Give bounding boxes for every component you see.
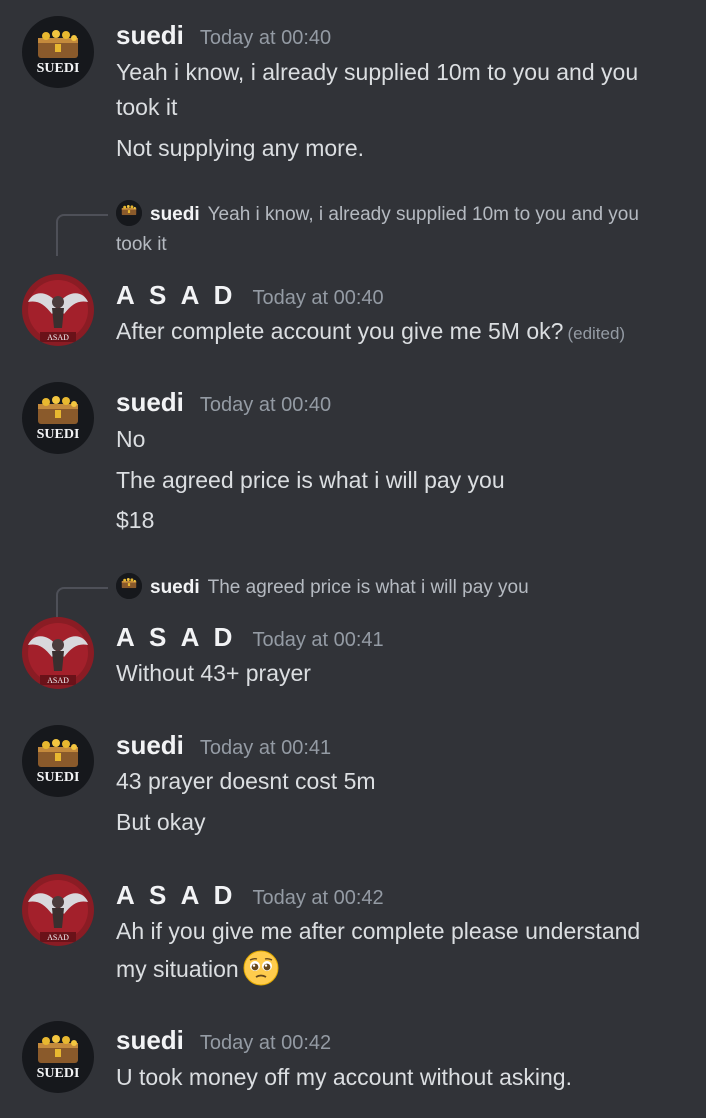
message-text: Without 43+ prayer	[116, 660, 311, 686]
svg-text:ASAD: ASAD	[47, 676, 69, 685]
suedi-chest-avatar-icon: SUEDI	[22, 725, 94, 797]
username[interactable]: suedi	[116, 1025, 184, 1056]
asad-wings-avatar-icon: ASAD	[22, 274, 94, 346]
suedi-chest-avatar-icon: SUEDI	[22, 1021, 94, 1093]
suedi-avatar[interactable]: SUEDI	[22, 1021, 94, 1093]
asad-wings-avatar-icon: ASAD	[22, 874, 94, 946]
message-header: suedi Today at 00:42	[116, 1025, 331, 1056]
reply-preview[interactable]: suedi The agreed price is what i will pay…	[116, 573, 682, 603]
message-text: took it	[116, 94, 178, 120]
suedi-avatar[interactable]: SUEDI	[22, 725, 94, 797]
asad-avatar[interactable]: ASAD	[22, 617, 94, 689]
message-text: my situation	[116, 950, 676, 987]
timestamp[interactable]: Today at 00:40	[252, 287, 383, 310]
svg-text:SUEDI: SUEDI	[37, 61, 80, 76]
pleading-face-emoji-icon	[243, 950, 279, 986]
timestamp[interactable]: Today at 00:41	[252, 629, 383, 652]
svg-text:ASAD: ASAD	[47, 333, 69, 342]
message-text: No	[116, 426, 146, 452]
message-header: A S A D Today at 00:42	[116, 880, 384, 911]
username[interactable]: suedi	[116, 730, 184, 761]
svg-text:SUEDI: SUEDI	[37, 427, 80, 442]
reply-text: Yeah i know, i already supplied 10m to y…	[207, 204, 639, 225]
message-text: The agreed price is what i will pay you	[116, 467, 505, 493]
timestamp[interactable]: Today at 00:42	[200, 1032, 331, 1055]
svg-text:ASAD: ASAD	[47, 933, 69, 942]
timestamp[interactable]: Today at 00:42	[252, 887, 383, 910]
username[interactable]: A S A D	[116, 622, 236, 653]
svg-text:SUEDI: SUEDI	[37, 770, 80, 785]
message-text: Yeah i know, i already supplied 10m to y…	[116, 59, 639, 85]
message-text: Not supplying any more.	[116, 135, 365, 161]
message-header: suedi Today at 00:40	[116, 387, 331, 418]
suedi-avatar[interactable]: SUEDI	[22, 16, 94, 88]
asad-avatar[interactable]: ASAD	[22, 274, 94, 346]
message-header: A S A D Today at 00:41	[116, 622, 384, 653]
username[interactable]: A S A D	[116, 880, 236, 911]
asad-wings-avatar-icon: ASAD	[22, 617, 94, 689]
svg-text:SUEDI: SUEDI	[37, 1066, 80, 1081]
timestamp[interactable]: Today at 00:41	[200, 737, 331, 760]
message-header: suedi Today at 00:40	[116, 20, 331, 51]
suedi-chest-avatar-icon: SUEDI	[22, 16, 94, 88]
reply-avatar-icon	[116, 200, 142, 226]
edited-indicator: (edited)	[567, 324, 626, 343]
username[interactable]: A S A D	[116, 280, 236, 311]
reply-preview[interactable]: suedi Yeah i know, i already supplied 10m…	[116, 200, 682, 230]
message-text: $18	[116, 507, 155, 533]
message-text: But okay	[116, 809, 206, 835]
reply-text-continued: took it	[116, 234, 167, 255]
username[interactable]: suedi	[116, 387, 184, 418]
message-text: After complete account you give me 5M ok…	[116, 318, 626, 344]
suedi-chest-avatar-icon: SUEDI	[22, 382, 94, 454]
message-header: suedi Today at 00:41	[116, 730, 331, 761]
timestamp[interactable]: Today at 00:40	[200, 27, 331, 50]
message-header: A S A D Today at 00:40	[116, 280, 384, 311]
message-text: 43 prayer doesnt cost 5m	[116, 768, 376, 794]
timestamp[interactable]: Today at 00:40	[200, 394, 331, 417]
reply-avatar-icon	[116, 573, 142, 599]
reply-username[interactable]: suedi	[150, 204, 200, 225]
message-text: U took money off my account without aski…	[116, 1064, 572, 1090]
username[interactable]: suedi	[116, 20, 184, 51]
suedi-avatar[interactable]: SUEDI	[22, 382, 94, 454]
reply-spine	[56, 214, 108, 256]
reply-text: The agreed price is what i will pay you	[207, 577, 529, 598]
chat-log: SUEDI suedi Today at 00:40 Yeah i know, …	[0, 0, 706, 1118]
message-text: Ah if you give me after complete please …	[116, 918, 641, 944]
asad-avatar[interactable]: ASAD	[22, 874, 94, 946]
reply-username[interactable]: suedi	[150, 577, 200, 598]
